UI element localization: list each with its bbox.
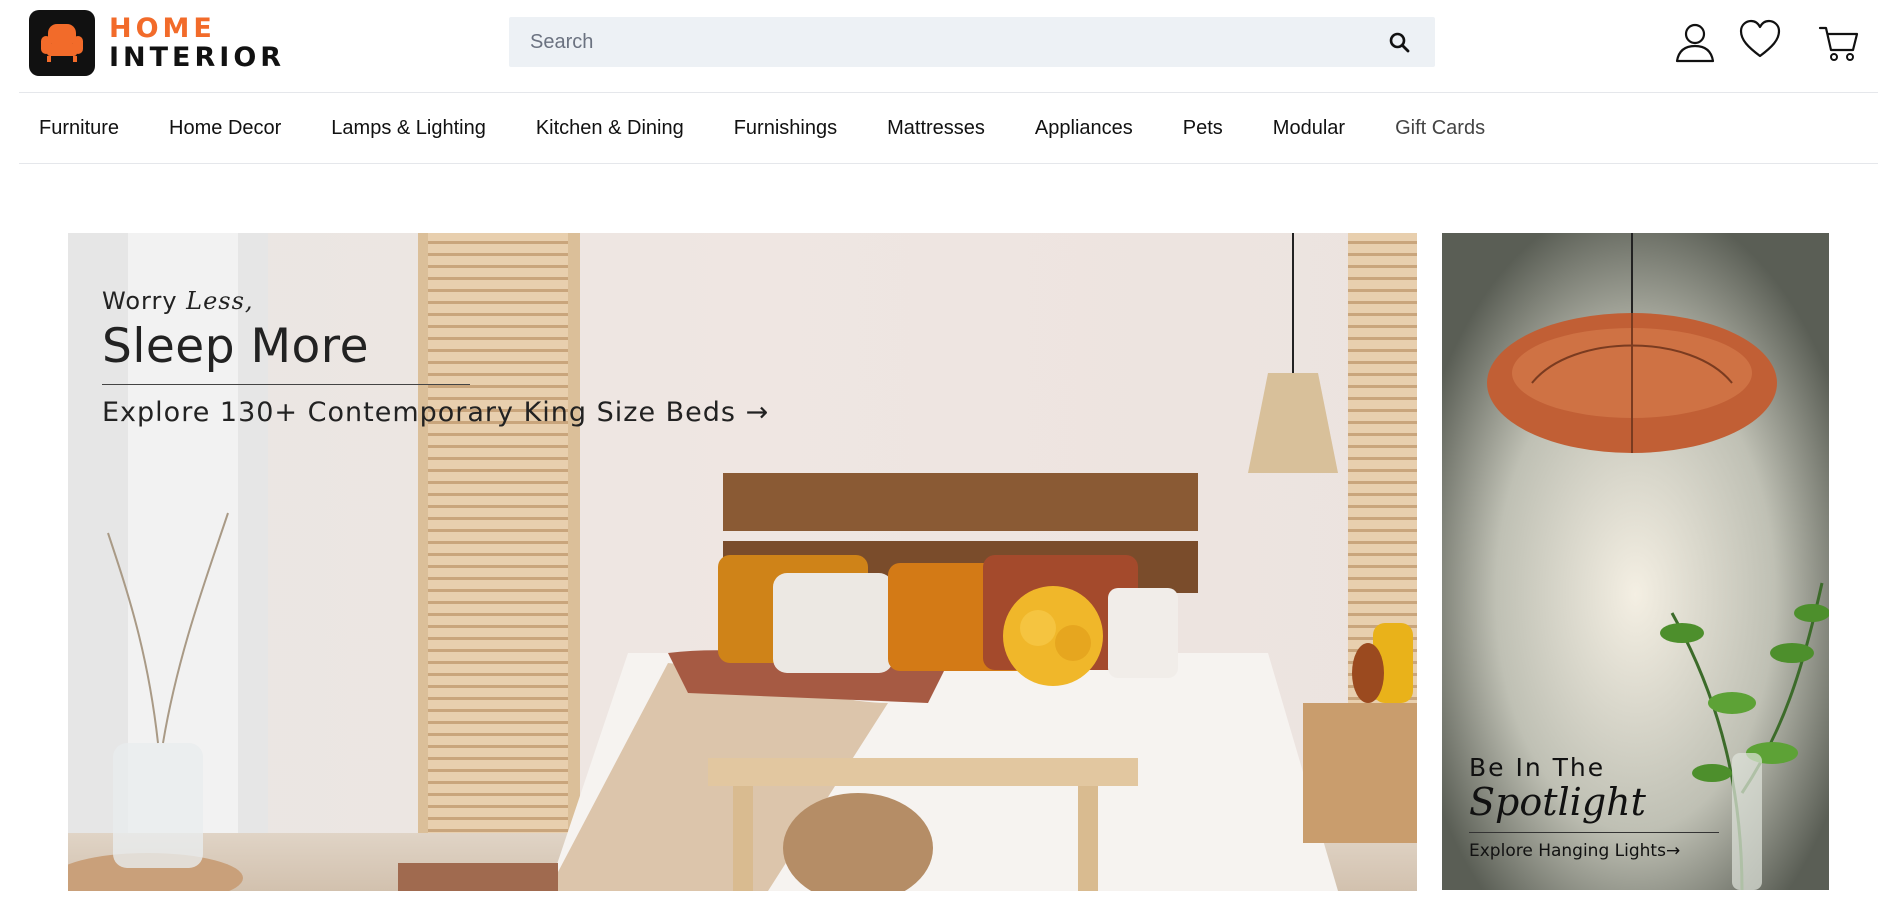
user-icon[interactable]: [1673, 20, 1717, 69]
side-divider: [1469, 832, 1719, 833]
side-script-title: Spotlight: [1469, 780, 1646, 824]
hero-headline: Sleep More: [102, 319, 370, 374]
brand-line-home: HOME: [109, 13, 216, 44]
arrow-right-icon: →: [745, 397, 770, 428]
side-subtitle: Be In The: [1469, 753, 1606, 782]
nav-item-gift-cards[interactable]: Gift Cards: [1395, 117, 1485, 140]
hero-banner-beds[interactable]: Worry Less, Sleep More Explore 130+ Cont…: [68, 233, 1417, 891]
nav-item-kitchen-dining[interactable]: Kitchen & Dining: [536, 117, 684, 140]
brand-logo[interactable]: HOME INTERIOR: [29, 10, 285, 76]
side-banner-lights[interactable]: Be In The Spotlight Explore Hanging Ligh…: [1442, 233, 1829, 890]
nav-item-furniture[interactable]: Furniture: [39, 117, 119, 140]
arrow-right-icon: →: [1665, 841, 1681, 861]
site-header: HOME INTERIOR: [0, 0, 1897, 92]
brand-line-interior: INTERIOR: [109, 42, 286, 73]
category-nav: Furniture Home Decor Lamps & Lighting Ki…: [19, 93, 1878, 163]
hero-cta-link[interactable]: Explore 130+ Contemporary King Size Beds…: [102, 397, 769, 428]
search-bar: [509, 17, 1435, 67]
nav-item-furnishings[interactable]: Furnishings: [734, 117, 837, 140]
hero-pretitle: Worry Less,: [102, 287, 769, 315]
heart-icon[interactable]: [1738, 18, 1782, 67]
side-cta-link[interactable]: Explore Hanging Lights→: [1469, 841, 1719, 861]
cart-icon[interactable]: [1818, 24, 1860, 69]
hero-divider: [102, 384, 470, 385]
nav-item-home-decor[interactable]: Home Decor: [169, 117, 281, 140]
hero-pretitle-emphasis: Less,: [186, 287, 254, 315]
hero-cta-text: Explore 130+ Contemporary King Size Beds: [102, 397, 736, 428]
side-cta-text: Explore Hanging Lights: [1469, 841, 1666, 861]
nav-item-pets[interactable]: Pets: [1183, 117, 1223, 140]
armchair-logo-icon: [29, 10, 95, 76]
side-text-block: Be In The Spotlight Explore Hanging Ligh…: [1469, 753, 1719, 861]
hero-pretitle-word: Worry: [102, 287, 187, 315]
hero-text-block: Worry Less, Sleep More Explore 130+ Cont…: [102, 287, 769, 428]
brand-name: HOME INTERIOR: [109, 14, 285, 72]
nav-item-appliances[interactable]: Appliances: [1035, 117, 1133, 140]
header-actions: [1668, 18, 1868, 69]
nav-item-mattresses[interactable]: Mattresses: [887, 117, 985, 140]
nav-item-lamps-lighting[interactable]: Lamps & Lighting: [331, 117, 486, 140]
nav-divider: [19, 163, 1878, 164]
search-icon[interactable]: [1387, 30, 1413, 56]
search-input[interactable]: [509, 17, 1369, 67]
nav-item-modular[interactable]: Modular: [1273, 117, 1345, 140]
